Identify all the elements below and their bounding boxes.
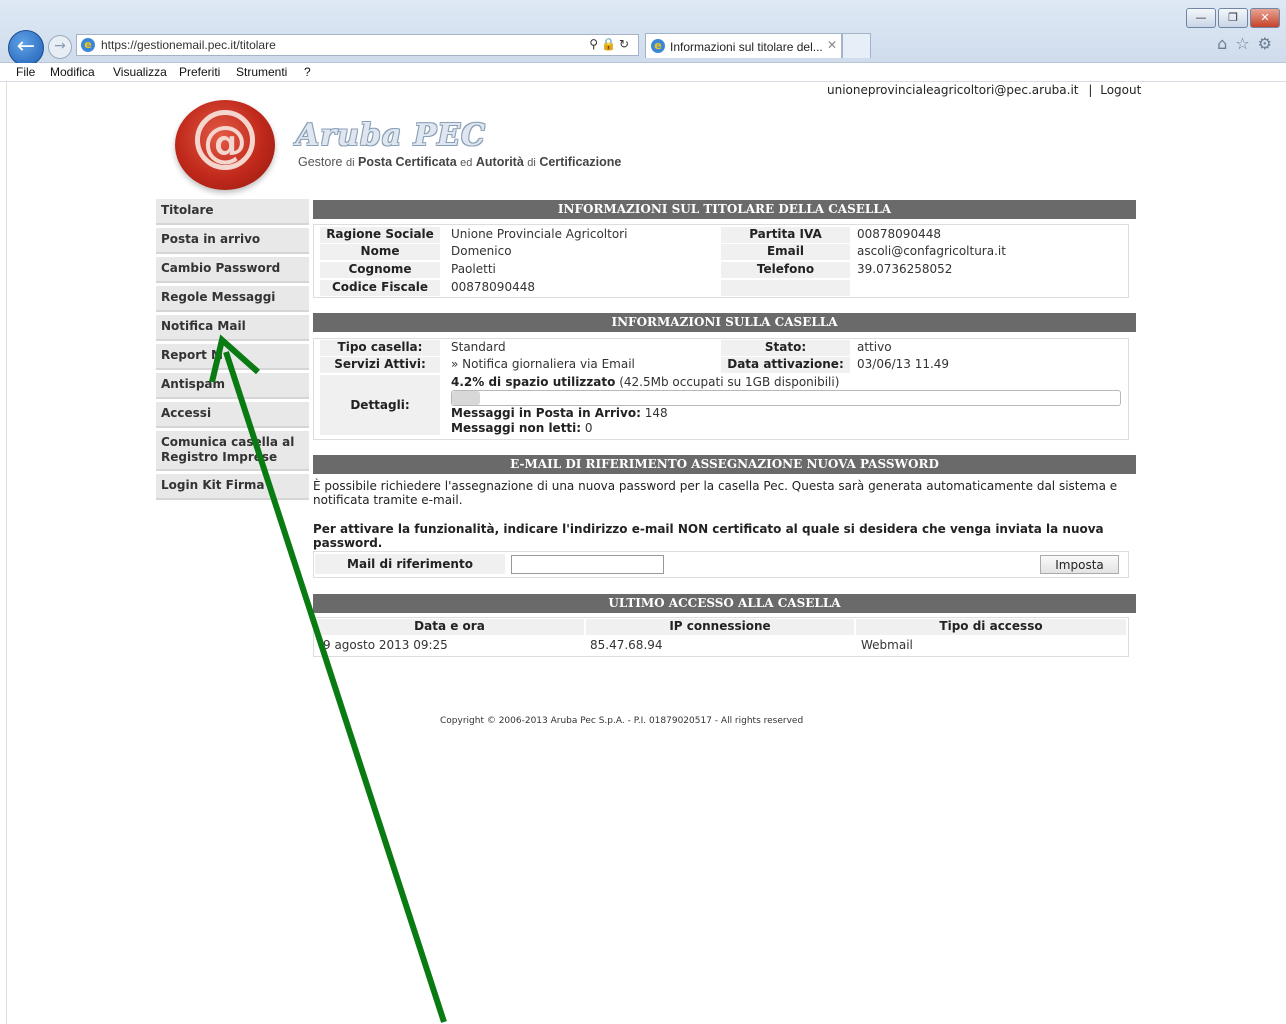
data-attivazione-value: 03/06/13 11.49 (857, 357, 950, 371)
storage-progress-fill (452, 391, 481, 405)
mail-riferimento-input[interactable] (511, 555, 664, 574)
tab-title: Informazioni sul titolare del... (670, 40, 823, 54)
menu-visualizza[interactable]: Visualizza (113, 65, 167, 79)
servizi-attivi-label: Servizi Attivi: (320, 357, 440, 373)
back-icon[interactable]: ← (8, 30, 44, 66)
cognome-label: Cognome (320, 262, 440, 278)
sidebar-item-titolare[interactable]: Titolare (156, 199, 309, 225)
sidebar-item-regole-messaggi[interactable]: Regole Messaggi (156, 286, 309, 312)
riferimento-header: E-MAIL DI RIFERIMENTO ASSEGNAZIONE NUOVA… (313, 455, 1136, 474)
logout-link[interactable]: Logout (1100, 83, 1141, 97)
sidebar-item-accessi[interactable]: Accessi (156, 402, 309, 428)
forward-icon[interactable]: → (48, 35, 72, 59)
email-value: ascoli@confagricoltura.it (857, 244, 1006, 258)
accesso-header: ULTIMO ACCESSO ALLA CASELLA (313, 594, 1136, 613)
sidebar-item-posta-in-arrivo[interactable]: Posta in arrivo (156, 228, 309, 254)
menu-modifica[interactable]: Modifica (50, 65, 95, 79)
codice-fiscale-label: Codice Fiscale (320, 280, 440, 296)
messaggi-non-letti: Messaggi non letti: 0 (451, 421, 593, 435)
tipo-casella-label: Tipo casella: (320, 340, 440, 356)
search-icon[interactable]: ⚲ (589, 37, 601, 51)
nome-value: Domenico (451, 244, 512, 258)
menu-bar: File Modifica Visualizza Preferiti Strum… (0, 63, 1286, 82)
browser-chrome: — ❐ ✕ ← → e https://gestionemail.pec.it/… (0, 0, 1286, 66)
servizi-attivi-value: » Notifica giornaliera via Email (451, 357, 635, 371)
stato-label: Stato: (721, 340, 850, 356)
sidebar-item-cambio-password[interactable]: Cambio Password (156, 257, 309, 283)
window-controls: — ❐ ✕ (1186, 8, 1280, 28)
spazio-utilizzato: 4.2% di spazio utilizzato (42.5Mb occupa… (451, 375, 840, 389)
imposta-button[interactable]: Imposta (1040, 555, 1119, 574)
telefono-value: 39.0736258052 (857, 262, 953, 276)
address-tools: ⚲🔒↻ (589, 37, 632, 51)
data-attivazione-label: Data attivazione: (721, 357, 850, 373)
sidebar-item-login-kit-firma[interactable]: Login Kit Firma (156, 474, 309, 500)
partita-iva-label: Partita IVA (721, 227, 850, 243)
messaggi-arrivo: Messaggi in Posta in Arrivo: 148 (451, 406, 668, 420)
ragione-sociale-label: Ragione Sociale (320, 227, 440, 243)
browser-tab[interactable]: e Informazioni sul titolare del... ✕ (645, 33, 842, 58)
minimize-button[interactable]: — (1186, 8, 1216, 28)
separator: | (1088, 83, 1093, 97)
storage-progress-bar (451, 390, 1121, 406)
row-data-ora: 9 agosto 2013 09:25 (323, 638, 448, 652)
cognome-value: Paoletti (451, 262, 496, 276)
menu-strumenti[interactable]: Strumenti (236, 65, 287, 79)
col-data-ora: Data e ora (315, 619, 584, 635)
sidebar-item-notifica-mail[interactable]: Notifica Mail (156, 315, 309, 341)
stato-value: attivo (857, 340, 892, 354)
menu-help[interactable]: ? (304, 65, 311, 79)
ie-icon: e (81, 38, 95, 52)
copyright: Copyright © 2006-2013 Aruba Pec S.p.A. -… (440, 716, 804, 726)
mail-riferimento-label: Mail di riferimento (315, 554, 505, 574)
col-tipo-accesso: Tipo di accesso (856, 619, 1126, 635)
casella-header: INFORMAZIONI SULLA CASELLA (313, 313, 1136, 332)
row-ip: 85.47.68.94 (590, 638, 663, 652)
sidebar-item-antispam[interactable]: Antispam (156, 373, 309, 399)
home-icon[interactable]: ⌂ (1217, 34, 1227, 53)
toolbar-icons: ⌂ ☆ ⚙ (1217, 34, 1272, 53)
new-tab-button[interactable] (842, 33, 871, 58)
riferimento-info: È possibile richiedere l'assegnazione di… (313, 479, 1118, 507)
sidebar-item-registro-imprese[interactable]: Comunica casella al Registro Imprese (156, 431, 309, 471)
dettagli-label: Dettagli: (320, 375, 440, 435)
col-ip: IP connessione (586, 619, 854, 635)
ragione-sociale-value: Unione Provinciale Agricoltori (451, 227, 628, 241)
codice-fiscale-value: 00878090448 (451, 280, 535, 294)
ie-icon: e (651, 39, 665, 53)
gear-icon[interactable]: ⚙ (1258, 34, 1272, 53)
close-icon[interactable]: ✕ (827, 38, 837, 52)
menu-file[interactable]: File (16, 65, 35, 79)
brand-logo: Aruba PEC (296, 118, 487, 153)
user-email: unioneprovincialeagricoltori@pec.aruba.i… (827, 83, 1079, 97)
nome-label: Nome (320, 244, 440, 260)
email-label: Email (721, 244, 850, 260)
at-icon: @ (195, 110, 255, 170)
sidebar-item-report[interactable]: Report M (156, 344, 309, 370)
empty-label (721, 280, 850, 296)
address-bar[interactable]: e https://gestionemail.pec.it/titolare ⚲… (76, 34, 639, 56)
riferimento-instruction: Per attivare la funzionalità, indicare l… (313, 522, 1104, 550)
row-tipo-accesso: Webmail (861, 638, 913, 652)
url-text[interactable]: https://gestionemail.pec.it/titolare (101, 38, 276, 52)
partita-iva-value: 00878090448 (857, 227, 941, 241)
user-bar: unioneprovincialeagricoltori@pec.aruba.i… (827, 83, 1141, 97)
tagline: Gestore di Posta Certificata ed Autorità… (298, 155, 622, 169)
maximize-button[interactable]: ❐ (1218, 8, 1248, 28)
telefono-label: Telefono (721, 262, 850, 278)
close-window-button[interactable]: ✕ (1250, 8, 1280, 28)
refresh-icon[interactable]: ↻ (619, 37, 632, 51)
lock-icon[interactable]: 🔒 (601, 37, 619, 51)
menu-preferiti[interactable]: Preferiti (179, 65, 220, 79)
titolare-header: INFORMAZIONI SUL TITOLARE DELLA CASELLA (313, 200, 1136, 219)
star-icon[interactable]: ☆ (1235, 34, 1249, 53)
tipo-casella-value: Standard (451, 340, 506, 354)
